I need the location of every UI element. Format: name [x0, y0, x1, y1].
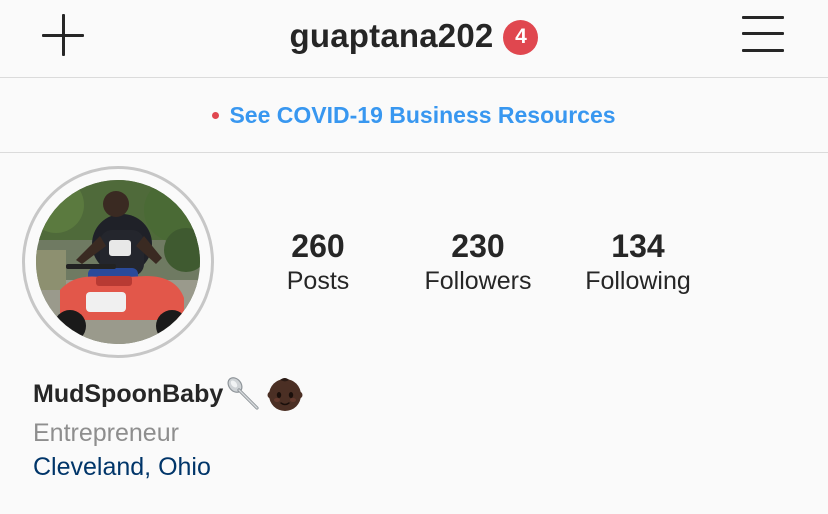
posts-count: 260 [291, 228, 345, 264]
menu-line [742, 16, 784, 19]
hamburger-menu-icon[interactable] [742, 16, 784, 52]
top-bar: guaptana202 4 [0, 0, 828, 78]
profile-category: Entrepreneur [33, 419, 179, 447]
following-count: 134 [611, 228, 665, 264]
followers-stat[interactable]: 230 Followers [402, 228, 554, 298]
following-stat[interactable]: 134 Following [570, 228, 706, 298]
profile-name: MudSpoonBaby [33, 379, 224, 408]
avatar-image [36, 180, 200, 344]
followers-count: 230 [451, 228, 505, 264]
menu-line [742, 32, 784, 35]
followers-label: Followers [424, 267, 532, 295]
username[interactable]: guaptana202 [290, 17, 494, 55]
account-title[interactable]: guaptana202 4 [0, 14, 828, 58]
bio-name-row: MudSpoonBaby [33, 376, 303, 412]
posts-stat[interactable]: 260 Posts [268, 228, 368, 298]
covid-resources-link[interactable]: See COVID-19 Business Resources [229, 102, 615, 129]
menu-line [742, 49, 784, 52]
profile-bio: MudSpoonBaby Entrepreneur Cleveland, Ohi… [33, 376, 303, 484]
covid-resources-banner[interactable]: See COVID-19 Business Resources [0, 78, 828, 153]
red-dot-icon [212, 111, 220, 119]
baby-emoji-icon [267, 378, 303, 411]
posts-label: Posts [286, 267, 350, 295]
notification-badge: 4 [503, 19, 539, 55]
spoon-emoji-icon [227, 377, 259, 410]
following-label: Following [585, 267, 691, 295]
profile-location-link[interactable]: Cleveland, Ohio [33, 450, 303, 484]
profile-avatar[interactable] [22, 166, 214, 358]
avatar-photo [36, 180, 200, 344]
